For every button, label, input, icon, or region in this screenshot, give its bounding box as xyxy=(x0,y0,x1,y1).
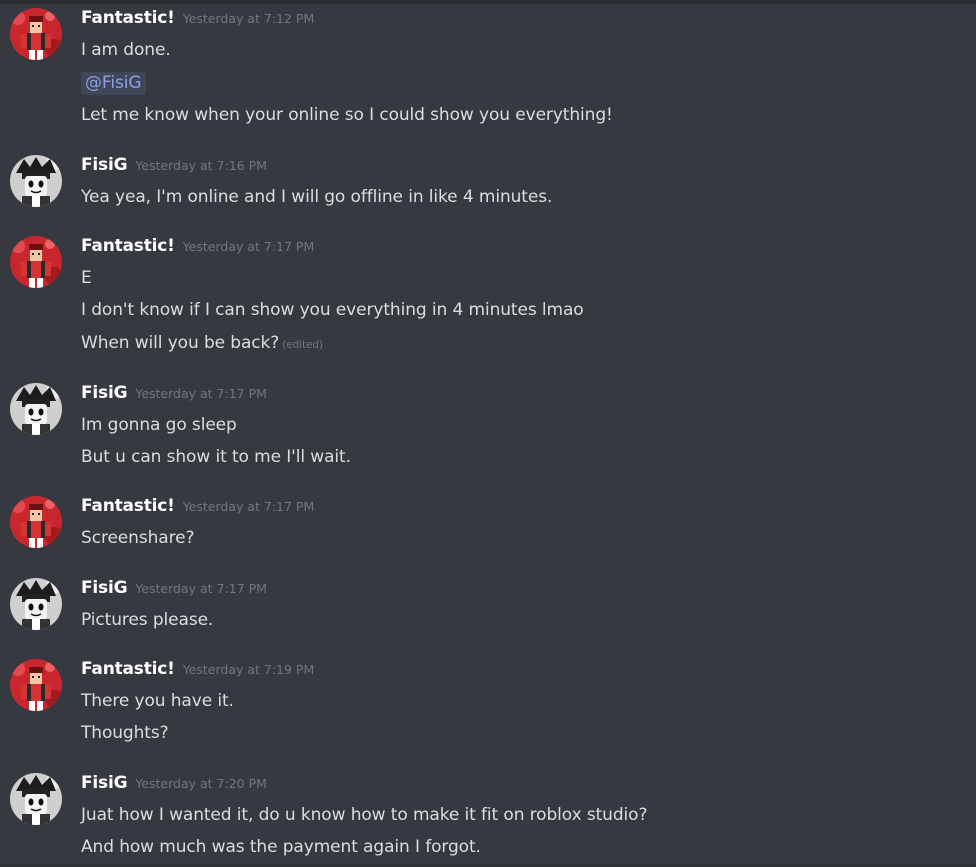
timestamp[interactable]: Yesterday at 7:12 PM xyxy=(183,11,315,26)
message-line: E xyxy=(81,268,92,288)
message-line: I don't know if I can show you everythin… xyxy=(81,300,584,320)
author-name[interactable]: FisiG xyxy=(81,773,128,793)
message-line: Yea yea, I'm online and I will go offlin… xyxy=(81,187,553,207)
message-header: FisiG Yesterday at 7:20 PM xyxy=(81,773,267,797)
message-header: FisiG Yesterday at 7:17 PM xyxy=(81,578,267,602)
timestamp[interactable]: Yesterday at 7:16 PM xyxy=(135,158,267,173)
message-line: There you have it. xyxy=(81,691,234,711)
author-name[interactable]: Fantastic! xyxy=(81,496,175,516)
message-header: Fantastic! Yesterday at 7:17 PM xyxy=(81,236,314,260)
grey-avatar-icon[interactable] xyxy=(10,773,62,825)
author-name[interactable]: Fantastic! xyxy=(81,236,175,256)
grey-avatar-icon[interactable] xyxy=(10,155,62,207)
message-header: FisiG Yesterday at 7:16 PM xyxy=(81,155,267,179)
message-line: @FisiG xyxy=(81,72,147,95)
timestamp[interactable]: Yesterday at 7:19 PM xyxy=(183,662,315,677)
grey-avatar-icon[interactable] xyxy=(10,578,62,630)
message-line: But u can show it to me I'll wait. xyxy=(81,447,351,467)
author-name[interactable]: FisiG xyxy=(81,578,128,598)
message-line: Pictures please. xyxy=(81,610,214,630)
message-header: FisiG Yesterday at 7:17 PM xyxy=(81,383,267,407)
timestamp[interactable]: Yesterday at 7:17 PM xyxy=(183,239,315,254)
message-line: And how much was the payment again I for… xyxy=(81,837,481,857)
message-header: Fantastic! Yesterday at 7:17 PM xyxy=(81,496,314,520)
user-mention[interactable]: @FisiG xyxy=(81,72,147,95)
message-header: Fantastic! Yesterday at 7:19 PM xyxy=(81,659,314,683)
timestamp[interactable]: Yesterday at 7:17 PM xyxy=(135,581,267,596)
message-header: Fantastic! Yesterday at 7:12 PM xyxy=(81,8,314,32)
timestamp[interactable]: Yesterday at 7:17 PM xyxy=(183,499,315,514)
author-name[interactable]: FisiG xyxy=(81,383,128,403)
message-line: Thoughts? xyxy=(81,723,169,743)
edited-label: (edited) xyxy=(282,339,323,351)
timestamp[interactable]: Yesterday at 7:17 PM xyxy=(135,386,267,401)
author-name[interactable]: FisiG xyxy=(81,155,128,175)
message-line: Juat how I wanted it, do u know how to m… xyxy=(81,805,648,825)
message-line: I am done. xyxy=(81,40,171,60)
message-line: Let me know when your online so I could … xyxy=(81,105,613,125)
author-name[interactable]: Fantastic! xyxy=(81,8,175,28)
red-avatar-icon[interactable] xyxy=(10,659,62,711)
grey-avatar-icon[interactable] xyxy=(10,383,62,435)
red-avatar-icon[interactable] xyxy=(10,8,62,60)
author-name[interactable]: Fantastic! xyxy=(81,659,175,679)
message-line: Screenshare? xyxy=(81,528,195,548)
red-avatar-icon[interactable] xyxy=(10,236,62,288)
message-text: When will you be back? xyxy=(81,333,280,353)
message-line: Im gonna go sleep xyxy=(81,415,237,435)
timestamp[interactable]: Yesterday at 7:20 PM xyxy=(135,776,267,791)
message-line: When will you be back? (edited) xyxy=(81,333,323,353)
red-avatar-icon[interactable] xyxy=(10,496,62,548)
chat-message-list[interactable]: Fantastic! Yesterday at 7:12 PM I am done… xyxy=(0,0,976,867)
